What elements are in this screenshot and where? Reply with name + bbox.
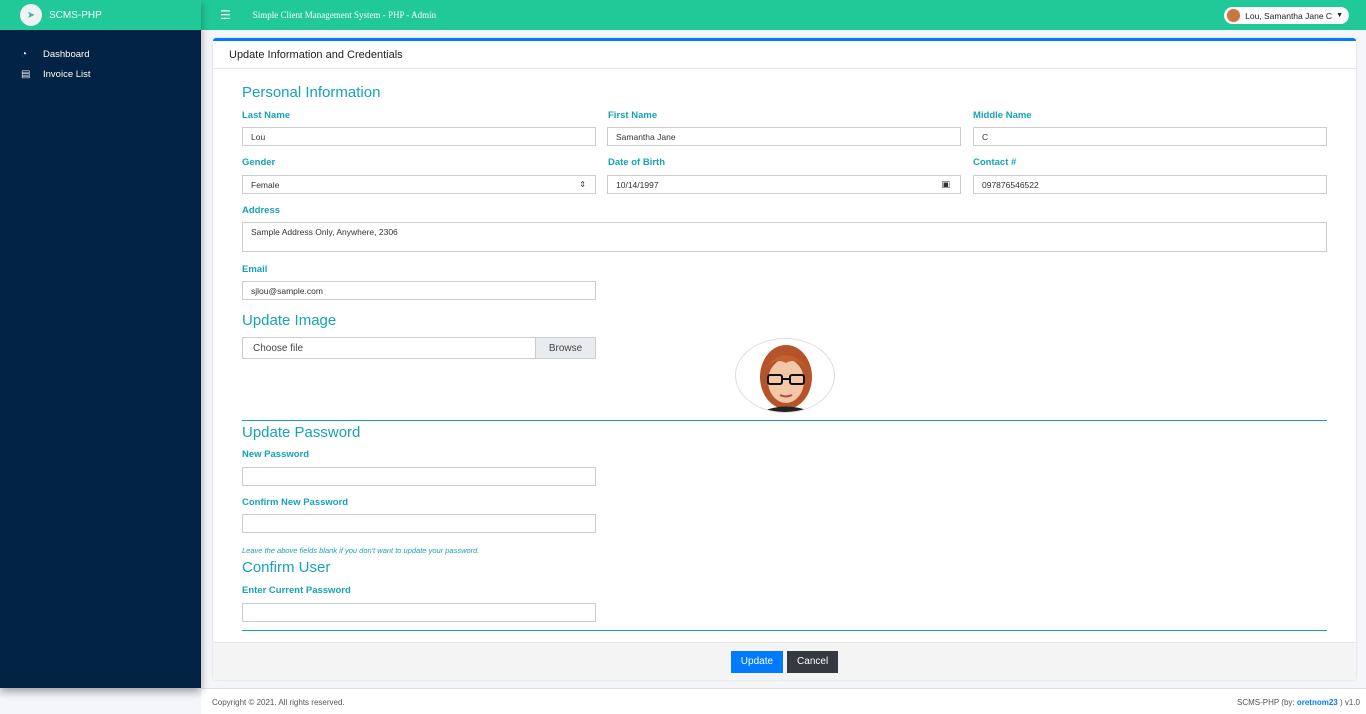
copyright-text: Copyright © 2021. All rights reserved.: [212, 698, 345, 707]
credit-prefix: SCMS-PHP (by:: [1236, 698, 1297, 707]
contact-label: Contact #: [973, 157, 1017, 168]
sidebar-item-label: Invoice List: [43, 68, 91, 80]
update-image-title: Update Image: [242, 312, 337, 329]
middle-name-label: Middle Name: [973, 110, 1032, 121]
update-credentials-card: Update Information and Credentials Perso…: [213, 38, 1356, 680]
gender-value: Female: [251, 179, 280, 190]
sidebar-item-dashboard[interactable]: ◔ Dashboard: [0, 44, 201, 64]
choose-file-label: Choose file: [253, 342, 304, 354]
image-file-input[interactable]: Choose file Browse: [242, 337, 596, 359]
brand[interactable]: ➤ SCMS-PHP: [0, 0, 201, 30]
sidebar-item-invoice-list[interactable]: ▤ Invoice List: [0, 64, 201, 84]
address-textarea[interactable]: Sample Address Only, Anywhere, 2306: [242, 222, 1327, 252]
dob-value: 10/14/1997: [616, 179, 659, 190]
section-divider: [242, 420, 1327, 421]
credit-suffix: ) v1.0: [1337, 698, 1360, 707]
caret-down-icon: ▼: [1336, 12, 1343, 19]
top-header: ☰ Simple Client Management System - PHP …: [201, 0, 1366, 30]
middle-name-input[interactable]: C: [973, 127, 1327, 146]
contact-input[interactable]: 097876546522: [973, 175, 1327, 194]
sidebar-nav: ◔ Dashboard ▤ Invoice List: [0, 30, 201, 84]
confirm-password-input[interactable]: [242, 514, 596, 533]
dob-label: Date of Birth: [608, 157, 665, 168]
email-input[interactable]: sjlou@sample.com: [242, 281, 596, 300]
first-name-input[interactable]: Samantha Jane: [607, 127, 961, 146]
sidebar: ➤ SCMS-PHP ◔ Dashboard ▤ Invoice List: [0, 0, 201, 688]
current-password-label: Enter Current Password: [242, 585, 351, 596]
card-title: Update Information and Credentials: [213, 41, 1356, 69]
profile-image: [735, 338, 835, 413]
avatar: [1226, 8, 1242, 23]
gender-label: Gender: [242, 157, 276, 168]
confirm-password-label: Confirm New Password: [242, 497, 349, 508]
credit-text: SCMS-PHP (by: oretnom23 ) v1.0: [1237, 698, 1360, 707]
new-password-label: New Password: [242, 449, 310, 460]
card-footer: Update Cancel: [213, 642, 1356, 680]
select-arrows-icon: ⇕: [579, 180, 586, 189]
browse-button[interactable]: Browse: [535, 338, 595, 358]
sidebar-item-label: Dashboard: [43, 48, 90, 60]
brand-name: SCMS-PHP: [49, 9, 102, 21]
user-name: Lou, Samantha Jane C: [1245, 10, 1333, 21]
gender-select[interactable]: Female ⇕: [242, 175, 596, 194]
system-title: Simple Client Management System - PHP - …: [252, 10, 437, 20]
brand-logo-icon: ➤: [20, 4, 42, 26]
file-invoice-icon: ▤: [21, 68, 31, 80]
address-label: Address: [242, 205, 281, 216]
email-label: Email: [242, 264, 268, 275]
cancel-button[interactable]: Cancel: [787, 650, 839, 673]
password-hint: Leave the above fields blank if you don'…: [242, 546, 480, 555]
user-menu-dropdown[interactable]: Lou, Samantha Jane C ▼: [1224, 7, 1349, 24]
update-button[interactable]: Update: [730, 650, 784, 673]
author-link[interactable]: oretnom23: [1297, 698, 1338, 707]
update-password-title: Update Password: [242, 424, 361, 441]
last-name-label: Last Name: [242, 110, 291, 121]
tachometer-icon: ◔: [21, 48, 28, 60]
new-password-input[interactable]: [242, 467, 596, 486]
current-password-input[interactable]: [242, 603, 596, 622]
dob-input[interactable]: 10/14/1997 ▣: [607, 175, 961, 194]
menu-toggle-icon[interactable]: ☰: [220, 8, 231, 22]
confirm-user-title: Confirm User: [242, 559, 331, 576]
page-footer: Copyright © 2021. All rights reserved. S…: [201, 688, 1366, 714]
section-divider: [242, 630, 1327, 631]
first-name-label: First Name: [608, 110, 658, 121]
calendar-icon[interactable]: ▣: [941, 179, 950, 190]
last-name-input[interactable]: Lou: [242, 127, 596, 146]
personal-info-title: Personal Information: [242, 84, 381, 101]
